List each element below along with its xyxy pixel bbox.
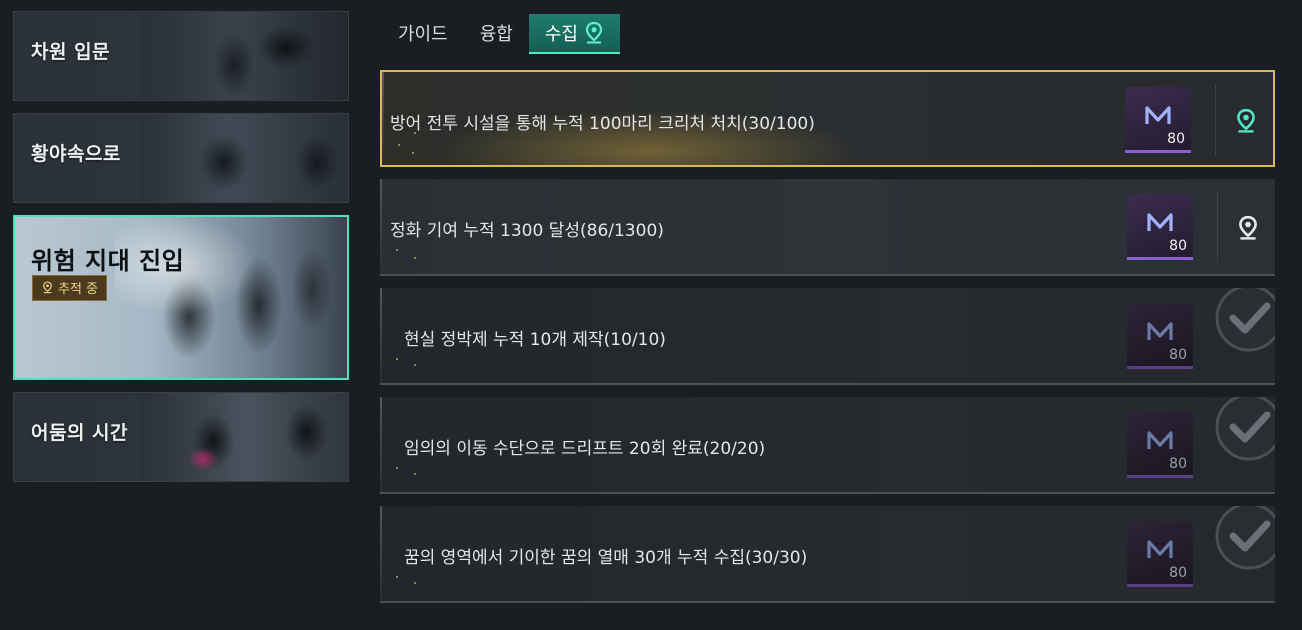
reward-item[interactable]: 80 [1127,194,1193,260]
quest-text: 임의의 이동 수단으로 드리프트 20회 완료(20/20) [404,439,766,459]
tab-bar: 가이드 융합 수집 [382,14,620,54]
currency-n-icon [1145,106,1171,124]
tab-label: 융합 [479,24,513,45]
tracking-badge: 추적 중 [32,275,108,301]
quest-row-complete[interactable]: 임의의 이동 수단으로 드리프트 20회 완료(20/20) 80 [380,397,1275,494]
reward-quantity: 80 [1167,131,1185,147]
currency-n-icon [1147,213,1173,231]
quest-text: 꿈의 영역에서 기이한 꿈의 열매 30개 누적 수집(30/30) [404,548,808,568]
quest-text: 현실 정박제 누적 10개 제작(10/10) [404,330,666,350]
chapter-title: 위험 지대 진입 [31,247,185,275]
chapter-title: 어둠의 시간 [31,422,129,444]
chapter-title: 황야속으로 [31,143,121,165]
tab-label: 수집 [544,24,578,45]
checkmark-icon [1215,397,1275,461]
quest-row-tracking[interactable]: 방어 전투 시설을 통해 누적 100마리 크리처 처치(30/100) 80 [380,70,1275,167]
quest-row[interactable]: 정화 기여 누적 1300 달성(86/1300) 80 [380,179,1275,276]
currency-n-icon [1147,431,1173,449]
quest-text: 방어 전투 시설을 통해 누적 100마리 크리처 처치(30/100) [390,114,815,134]
location-pin-icon [585,21,603,44]
checkmark-icon [1215,506,1275,570]
location-pin-icon [43,281,52,294]
reward-item[interactable]: 80 [1127,303,1193,369]
location-pin-icon[interactable] [1235,108,1257,134]
quest-row-complete[interactable]: 꿈의 영역에서 기이한 꿈의 열매 30개 누적 수집(30/30) 80 [380,506,1275,603]
reward-quantity: 80 [1169,456,1187,472]
tracking-badge-label: 추적 중 [58,282,99,297]
chapter-card-2[interactable]: 황야속으로 [13,113,349,203]
sparkle-decoration [394,576,424,596]
divider [1215,84,1216,156]
sparkle-decoration [396,132,426,162]
checkmark-icon [1215,288,1275,352]
reward-item[interactable]: 80 [1127,521,1193,587]
chapter-artwork [140,12,348,100]
chapter-card-1[interactable]: 차원 입문 [13,11,349,101]
divider [1217,191,1218,263]
tab-guide[interactable]: 가이드 [382,14,464,52]
quest-text: 정화 기여 누적 1300 달성(86/1300) [390,221,664,241]
tab-fusion[interactable]: 융합 [464,14,529,52]
location-pin-icon[interactable] [1237,215,1259,241]
currency-n-icon [1147,322,1173,340]
chapter-title: 차원 입문 [31,41,111,63]
reward-item[interactable]: 80 [1125,87,1191,153]
sparkle-decoration [394,467,424,487]
chapter-artwork [140,114,348,202]
quest-list: 방어 전투 시설을 통해 누적 100마리 크리처 처치(30/100) 80 … [380,70,1275,615]
tab-collect[interactable]: 수집 [528,14,620,54]
quest-row-complete[interactable]: 현실 정박제 누적 10개 제작(10/10) 80 [380,288,1275,385]
reward-quantity: 80 [1169,238,1187,254]
chapter-artwork [140,393,348,481]
chapter-card-4[interactable]: 어둠의 시간 [13,392,349,482]
sparkle-decoration [394,249,424,269]
reward-item[interactable]: 80 [1127,412,1193,478]
reward-quantity: 80 [1169,347,1187,363]
tab-label: 가이드 [398,24,448,45]
chapter-card-3-selected[interactable]: 위험 지대 진입 추적 중 [13,215,349,380]
sparkle-decoration [394,358,424,378]
currency-n-icon [1147,540,1173,558]
reward-quantity: 80 [1169,565,1187,581]
chapter-sidebar: 차원 입문 황야속으로 위험 지대 진입 추적 중 어둠의 시간 [13,11,349,494]
